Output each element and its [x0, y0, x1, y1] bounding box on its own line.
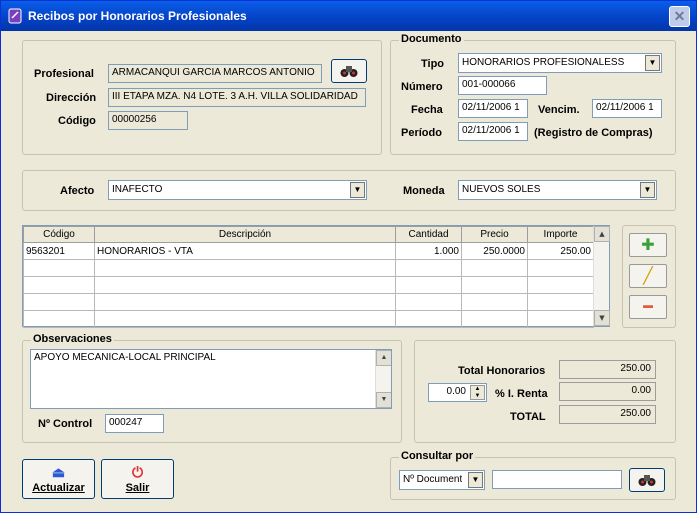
actualizar-button[interactable]: ⏏ Actualizar — [22, 459, 95, 499]
table-header-row: Código Descripción Cantidad Precio Impor… — [23, 226, 594, 243]
observaciones-textarea[interactable]: APOYO MECANICA-LOCAL PRINCIPAL ▲ ▼ — [30, 349, 392, 409]
consultar-option: Nº Document — [403, 474, 463, 485]
actualizar-label: Actualizar — [32, 482, 85, 494]
salir-label: Salir — [125, 482, 150, 494]
documento-legend: Documento — [399, 33, 464, 45]
delete-row-button[interactable]: ━ — [629, 295, 667, 319]
cell-descripcion[interactable]: HONORARIOS - VTA — [94, 242, 396, 260]
tipo-value: HONORARIOS PROFESIONALESS — [462, 57, 625, 68]
consultar-input[interactable] — [492, 470, 622, 489]
add-icon: ✚ — [641, 235, 655, 254]
binoculars-icon — [638, 475, 656, 486]
table-row[interactable] — [23, 293, 594, 311]
direccion-label: Dirección — [46, 92, 97, 104]
salir-button[interactable]: ⏻ Salir — [101, 459, 174, 499]
scroll-down-icon[interactable]: ▼ — [376, 392, 391, 408]
afecto-label: Afecto — [60, 185, 95, 197]
afecto-value: INAFECTO — [112, 184, 163, 195]
main-window: Recibos por Honorarios Profesionales ✕ P… — [0, 0, 697, 513]
chevron-down-icon[interactable]: ▼ — [645, 55, 660, 71]
chevron-down-icon[interactable]: ▼ — [640, 182, 655, 198]
table-row[interactable] — [23, 310, 594, 328]
consultar-select[interactable]: Nº Document ▼ — [399, 470, 485, 490]
col-importe[interactable]: Importe — [527, 226, 594, 243]
total-label: TOTAL — [510, 411, 546, 423]
window-title: Recibos por Honorarios Profesionales — [28, 9, 247, 23]
periodo-label: Período — [401, 127, 442, 139]
renta-label: % I. Renta — [495, 388, 548, 400]
total-honorarios-field: 250.00 — [559, 360, 656, 379]
afecto-select[interactable]: INAFECTO ▼ — [108, 180, 367, 200]
renta-pct-spinner[interactable]: 0.00 ▲ ▼ — [428, 383, 487, 402]
codigo-label: Código — [58, 115, 96, 127]
table-row[interactable] — [23, 259, 594, 277]
codigo-field: 00000256 — [108, 111, 188, 130]
observaciones-text: APOYO MECANICA-LOCAL PRINCIPAL — [34, 352, 216, 363]
edit-row-button[interactable]: ╱ — [629, 264, 667, 288]
numero-field[interactable]: 001-000066 — [458, 76, 547, 95]
cell-precio[interactable]: 250.0000 — [461, 242, 528, 260]
col-cantidad[interactable]: Cantidad — [395, 226, 462, 243]
total-field: 250.00 — [559, 405, 656, 424]
table-row[interactable] — [23, 276, 594, 294]
profesional-field: ARMACANQUI GARCIA MARCOS ANTONIO — [108, 64, 322, 83]
save-icon: ⏏ — [51, 464, 66, 480]
items-grid[interactable]: Código Descripción Cantidad Precio Impor… — [22, 225, 610, 328]
title-bar: Recibos por Honorarios Profesionales ✕ — [1, 1, 696, 31]
direccion-field: III ETAPA MZA. N4 LOTE. 3 A.H. VILLA SOL… — [108, 88, 366, 107]
tipo-select[interactable]: HONORARIOS PROFESIONALESS ▼ — [458, 53, 662, 73]
col-precio[interactable]: Precio — [461, 226, 528, 243]
observaciones-scrollbar[interactable]: ▲ ▼ — [375, 350, 391, 408]
numero-label: Número — [401, 81, 443, 93]
profesional-label: Profesional — [34, 68, 94, 80]
chevron-down-icon[interactable]: ▼ — [350, 182, 365, 198]
app-icon — [8, 8, 22, 24]
grid-scrollbar[interactable]: ▲ ▼ — [593, 226, 610, 326]
moneda-value: NUEVOS SOLES — [462, 184, 541, 195]
consultar-search-button[interactable] — [629, 468, 665, 492]
cell-importe[interactable]: 250.00 — [527, 242, 594, 260]
edit-icon: ╱ — [643, 266, 653, 285]
tipo-label: Tipo — [421, 58, 445, 70]
close-button[interactable]: ✕ — [669, 6, 690, 27]
scroll-up-icon[interactable]: ▲ — [376, 350, 391, 366]
delete-icon: ━ — [643, 297, 653, 316]
consultar-legend: Consultar por — [399, 450, 476, 462]
moneda-label: Moneda — [403, 185, 445, 197]
col-codigo[interactable]: Código — [23, 226, 95, 243]
table-row[interactable]: 9563201 HONORARIOS - VTA 1.000 250.0000 … — [23, 242, 594, 260]
cell-codigo[interactable]: 9563201 — [23, 242, 95, 260]
periodo-field[interactable]: 02/11/2006 1 — [458, 122, 528, 141]
power-icon: ⏻ — [131, 464, 144, 480]
observaciones-legend: Observaciones — [31, 333, 114, 345]
fecha-label: Fecha — [411, 104, 443, 116]
search-profesional-button[interactable] — [331, 59, 367, 83]
scroll-down-icon[interactable]: ▼ — [594, 310, 610, 326]
add-row-button[interactable]: ✚ — [629, 233, 667, 257]
items-table: Código Descripción Cantidad Precio Impor… — [23, 226, 594, 328]
vencim-field[interactable]: 02/11/2006 1 — [592, 99, 662, 118]
binoculars-icon — [340, 66, 358, 77]
renta-pct-value: 0.00 — [446, 386, 466, 397]
vencim-label: Vencim. — [538, 104, 580, 116]
registro-compras-note: (Registro de Compras) — [534, 127, 653, 139]
control-field[interactable]: 000247 — [105, 414, 164, 433]
scroll-up-icon[interactable]: ▲ — [594, 226, 610, 242]
moneda-select[interactable]: NUEVOS SOLES ▼ — [458, 180, 657, 200]
spinner-arrows-icon[interactable]: ▲ ▼ — [470, 385, 485, 400]
col-descripcion[interactable]: Descripción — [94, 226, 396, 243]
chevron-down-icon[interactable]: ▼ — [468, 472, 483, 488]
fecha-field[interactable]: 02/11/2006 1 — [458, 99, 528, 118]
renta-field: 0.00 — [559, 382, 656, 401]
total-honorarios-label: Total Honorarios — [458, 365, 546, 377]
cell-cantidad[interactable]: 1.000 — [395, 242, 462, 260]
control-label: Nº Control — [38, 418, 93, 430]
